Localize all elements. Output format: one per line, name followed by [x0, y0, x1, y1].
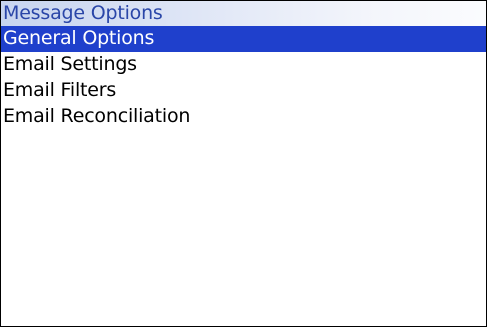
menu-item-general-options[interactable]: General Options — [1, 26, 486, 52]
menu-item-label: General Options — [3, 27, 155, 49]
menu-item-email-settings[interactable]: Email Settings — [1, 52, 486, 78]
menu-item-label: Email Filters — [3, 79, 117, 101]
screen-title: Message Options — [3, 2, 163, 24]
menu-item-email-filters[interactable]: Email Filters — [1, 78, 486, 104]
options-screen: Message Options General Options Email Se… — [0, 0, 487, 327]
menu-item-email-reconciliation[interactable]: Email Reconciliation — [1, 104, 486, 130]
options-menu-list: General Options Email Settings Email Fil… — [1, 26, 486, 130]
title-bar: Message Options — [1, 1, 486, 26]
menu-item-label: Email Settings — [3, 53, 137, 75]
menu-item-label: Email Reconciliation — [3, 105, 191, 127]
